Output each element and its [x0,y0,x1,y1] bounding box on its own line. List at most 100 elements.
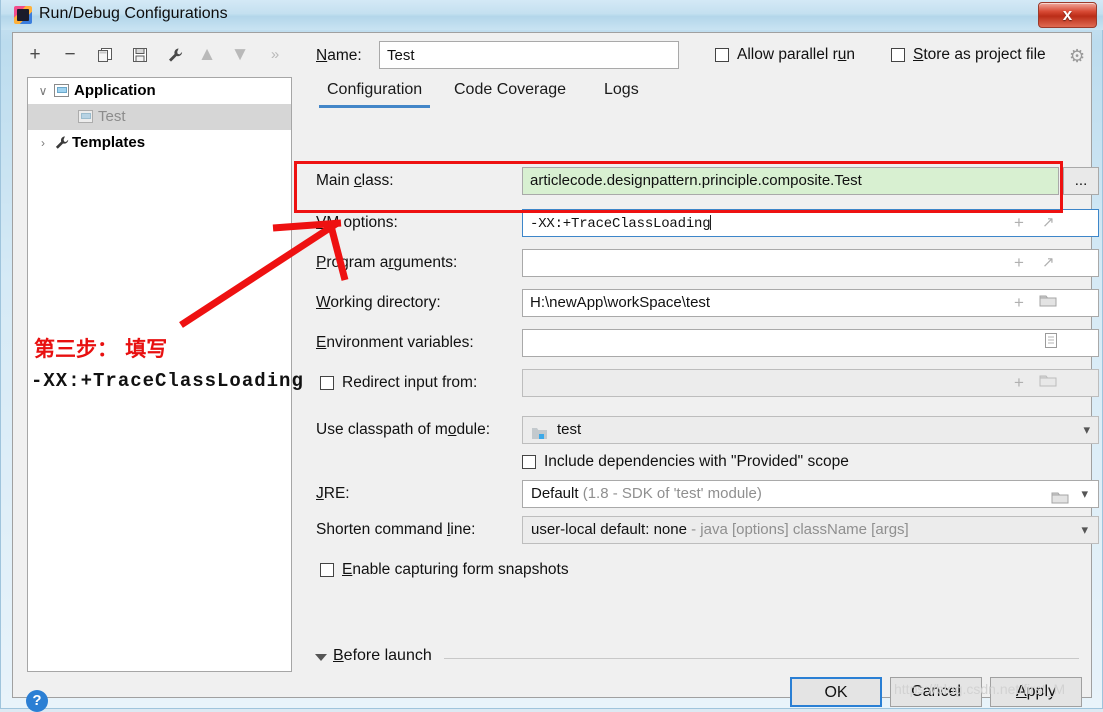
close-button[interactable]: x [1038,2,1097,28]
store-as-project-file-checkbox[interactable] [891,48,905,62]
include-provided-label[interactable]: Include dependencies with "Provided" sco… [544,453,849,471]
main-class-browse-button[interactable]: ... [1063,167,1099,195]
tab-bar: Configuration Code Coverage Logs [309,73,1079,110]
dialog-window: Run/Debug Configurations x + − ▲ ▼ » ∨ A… [0,0,1103,712]
program-arguments-macro-icon[interactable]: + [1014,253,1024,273]
redirect-input-checkbox[interactable] [320,376,334,390]
main-class-label: Main class: [316,172,394,189]
redirect-input-row: Redirect input from: + [309,369,1099,399]
configurations-toolbar: + − ▲ ▼ » [22,42,292,70]
vm-options-input[interactable]: -XX:+TraceClassLoading [522,209,1099,237]
text-caret [710,215,712,230]
chevron-down-icon[interactable]: ▾ [1081,481,1088,507]
tree-item-application[interactable]: ∨ Application [28,78,291,104]
dialog-client-area: + − ▲ ▼ » ∨ Application Test › Templates… [12,32,1099,712]
environment-variables-editor-icon[interactable] [1044,332,1058,354]
before-launch-section: Before launch [309,645,1079,673]
wrench-icon [54,134,69,149]
redirect-input-path-input[interactable] [522,369,1099,397]
before-launch-label[interactable]: Before launch [333,647,432,665]
ok-button[interactable]: OK [790,677,882,707]
configuration-panel: Configuration Code Coverage Logs Main cl… [309,73,1099,633]
redirect-input-macro-icon[interactable]: + [1014,373,1024,393]
program-arguments-expand-icon[interactable]: ↗ [1042,253,1055,271]
gear-icon[interactable]: ⚙ [1069,46,1085,67]
more-options-icon[interactable]: » [262,42,288,68]
program-arguments-input[interactable] [522,249,1099,277]
module-icon [531,426,548,446]
vm-options-macro-icon[interactable]: + [1014,213,1024,233]
chevron-right-icon[interactable]: › [36,130,50,156]
run-options: Allow parallel run Store as project file… [703,41,1093,73]
include-provided-row: Include dependencies with "Provided" sco… [309,449,1079,479]
vm-options-label: VM options: [316,214,398,231]
configuration-form: Main class: articlecode.designpattern.pr… [309,109,1099,633]
tab-code-coverage[interactable]: Code Coverage [446,73,574,107]
name-input[interactable] [379,41,679,69]
folder-icon[interactable] [1051,489,1069,510]
move-up-icon[interactable]: ▲ [194,42,220,68]
shorten-command-line-combobox[interactable]: user-local default: none - java [options… [522,516,1099,544]
tab-logs[interactable]: Logs [596,73,647,107]
use-classpath-of-module-row: Use classpath of module: test ▾ [309,416,1099,446]
remove-configuration-button[interactable]: − [57,42,83,68]
chevron-down-icon[interactable]: ▾ [1083,417,1090,443]
application-window-icon [78,110,93,123]
include-provided-checkbox[interactable] [522,455,536,469]
jre-label: JRE: [316,485,350,502]
environment-variables-row: Environment variables: [309,329,1099,359]
program-arguments-row: Program arguments: + ↗ [309,249,1099,279]
module-value: test [557,421,582,438]
application-window-icon [54,84,69,97]
folder-icon[interactable] [1039,292,1057,313]
allow-parallel-run-label[interactable]: Allow parallel run [737,46,855,64]
working-directory-row: Working directory: H:\newApp\workSpace\t… [309,289,1099,319]
divider [444,658,1079,659]
annotation-step-text: 第三步： 填写 [34,337,168,361]
annotation-code-text: -XX:+TraceClassLoading [31,370,304,392]
working-directory-macro-icon[interactable]: + [1014,293,1024,313]
wrench-icon[interactable] [162,42,188,68]
store-as-project-file-label[interactable]: Store as project file [913,46,1046,64]
allow-parallel-run-checkbox[interactable] [715,48,729,62]
environment-variables-label: Environment variables: [316,334,474,351]
watermark-text: https://blog.csdn.net/first_M [894,681,1066,697]
add-configuration-button[interactable]: + [22,42,48,68]
jre-combobox[interactable]: Default (1.8 - SDK of 'test' module) ▾ [522,480,1099,508]
tree-item-templates[interactable]: › Templates [28,130,291,156]
vm-options-expand-icon[interactable]: ↗ [1042,213,1055,231]
tree-item-label: Application [74,82,156,99]
module-combobox[interactable]: test ▾ [522,416,1099,444]
shorten-command-line-row: Shorten command line: user-local default… [309,516,1099,546]
enable-form-snapshots-label[interactable]: Enable capturing form snapshots [342,561,569,579]
folder-icon[interactable] [1039,372,1057,393]
window-title: Run/Debug Configurations [39,5,228,22]
shorten-command-line-label: Shorten command line: [316,521,476,538]
tree-item-test[interactable]: Test [28,104,291,130]
enable-form-snapshots-checkbox[interactable] [320,563,334,577]
use-classpath-of-module-label: Use classpath of module: [316,421,491,438]
tree-item-label: Test [98,108,126,125]
move-down-icon[interactable]: ▼ [227,42,253,68]
vm-options-value: -XX:+TraceClassLoading [530,216,711,232]
intellij-idea-icon [14,6,32,24]
working-directory-label: Working directory: [316,294,441,311]
jre-row: JRE: Default (1.8 - SDK of 'test' module… [309,480,1099,510]
jre-value: Default [531,485,579,502]
chevron-down-icon[interactable] [315,654,327,661]
copy-configuration-icon[interactable] [92,42,118,68]
tab-configuration[interactable]: Configuration [319,73,431,108]
chevron-down-icon[interactable]: ▾ [1081,517,1088,543]
environment-variables-input[interactable] [522,329,1099,357]
redirect-input-label[interactable]: Redirect input from: [342,374,477,392]
main-class-input[interactable]: articlecode.designpattern.principle.comp… [522,167,1059,195]
enable-form-snapshots-row: Enable capturing form snapshots [309,557,1079,587]
shorten-command-line-hint: - java [options] className [args] [691,521,909,538]
working-directory-input[interactable]: H:\newApp\workSpace\test [522,289,1099,317]
main-class-row: Main class: articlecode.designpattern.pr… [309,167,1099,197]
vm-options-row: VM options: -XX:+TraceClassLoading + ↗ [309,209,1099,239]
chevron-down-icon[interactable]: ∨ [36,78,50,104]
tree-item-label: Templates [72,134,146,151]
jre-hint: (1.8 - SDK of 'test' module) [582,485,762,502]
save-configuration-icon[interactable] [127,42,153,68]
